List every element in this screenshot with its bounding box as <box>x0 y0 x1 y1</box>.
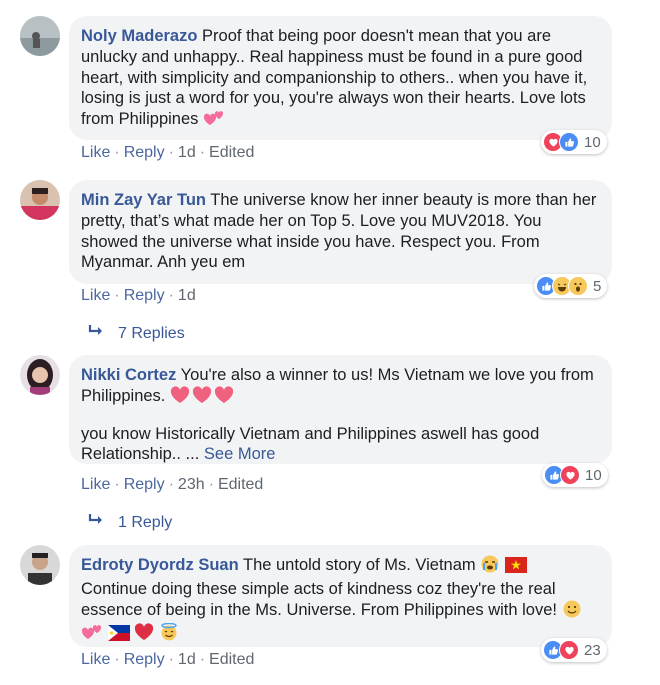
comment-bubble: Min Zay Yar Tun The universe know her in… <box>69 180 612 284</box>
reply-link[interactable]: Reply <box>124 476 165 493</box>
reaction-summary[interactable]: 10 <box>541 130 607 154</box>
comment-bubble: Edroty Dyordz Suan The untold story of M… <box>69 545 612 647</box>
comment-actions: Like · Reply · 23h · Edited <box>81 476 264 493</box>
two-hearts-icon <box>81 623 103 647</box>
love-icon <box>560 465 580 485</box>
smiling-face-icon <box>562 600 582 624</box>
timestamp[interactable]: 1d <box>178 651 196 668</box>
reply-link[interactable]: Reply <box>124 651 165 668</box>
commenter-name[interactable]: Min Zay Yar Tun <box>81 191 206 209</box>
comment-actions: Like · Reply · 1d <box>81 287 196 304</box>
avatar[interactable] <box>20 180 60 220</box>
two-hearts-icon <box>203 109 225 133</box>
replies-count-label[interactable]: 7 Replies <box>118 325 185 343</box>
crying-face-icon <box>480 555 500 579</box>
reaction-summary[interactable]: 23 <box>541 638 607 662</box>
commenter-name[interactable]: Noly Maderazo <box>81 27 197 45</box>
timestamp[interactable]: 1d <box>178 144 196 161</box>
edited-label[interactable]: Edited <box>209 651 254 668</box>
comment-text-continued: you know Historically Vietnam and Philip… <box>81 424 540 464</box>
reply-link[interactable]: Reply <box>124 287 165 304</box>
avatar[interactable] <box>20 545 60 585</box>
comment-text-continued: Continue doing these simple acts of kind… <box>81 579 557 619</box>
timestamp[interactable]: 1d <box>178 287 196 304</box>
philippines-flag-icon <box>107 625 130 647</box>
reaction-summary[interactable]: 10 <box>542 463 608 487</box>
commenter-name[interactable]: Nikki Cortez <box>81 366 176 384</box>
like-link[interactable]: Like <box>81 144 110 161</box>
reply-arrow-icon <box>88 513 104 532</box>
wow-icon <box>568 276 588 296</box>
comment-bubble: Noly Maderazo Proof that being poor does… <box>69 16 612 140</box>
reaction-count: 5 <box>593 277 602 295</box>
halo-face-icon <box>159 623 179 647</box>
like-link[interactable]: Like <box>81 287 110 304</box>
reply-link[interactable]: Reply <box>124 144 165 161</box>
hearts-icon <box>170 386 236 410</box>
comment-actions: Like · Reply · 1d · Edited <box>81 144 255 161</box>
like-link[interactable]: Like <box>81 651 110 668</box>
reply-arrow-icon <box>88 324 104 343</box>
comment-actions: Like · Reply · 1d · Edited <box>81 651 255 668</box>
red-heart-icon <box>134 623 154 647</box>
reaction-summary[interactable]: 5 <box>534 274 608 298</box>
avatar[interactable] <box>20 355 60 395</box>
avatar[interactable] <box>20 16 60 56</box>
replies-count-label[interactable]: 1 Reply <box>118 514 172 532</box>
like-link[interactable]: Like <box>81 476 110 493</box>
edited-label[interactable]: Edited <box>209 144 254 161</box>
comment-text: The untold story of Ms. Vietnam <box>242 556 476 574</box>
view-replies-link[interactable]: 1 Reply <box>88 513 172 532</box>
reaction-count: 10 <box>585 466 602 484</box>
see-more-link[interactable]: See More <box>204 445 276 463</box>
reaction-count: 23 <box>584 641 601 659</box>
vietnam-flag-icon <box>504 557 527 579</box>
reaction-count: 10 <box>584 133 601 151</box>
love-icon <box>559 640 579 660</box>
edited-label[interactable]: Edited <box>218 476 263 493</box>
like-icon <box>559 132 579 152</box>
comment-bubble: Nikki Cortez You're also a winner to us!… <box>69 355 612 464</box>
view-replies-link[interactable]: 7 Replies <box>88 324 185 343</box>
commenter-name[interactable]: Edroty Dyordz Suan <box>81 556 239 574</box>
timestamp[interactable]: 23h <box>178 476 205 493</box>
